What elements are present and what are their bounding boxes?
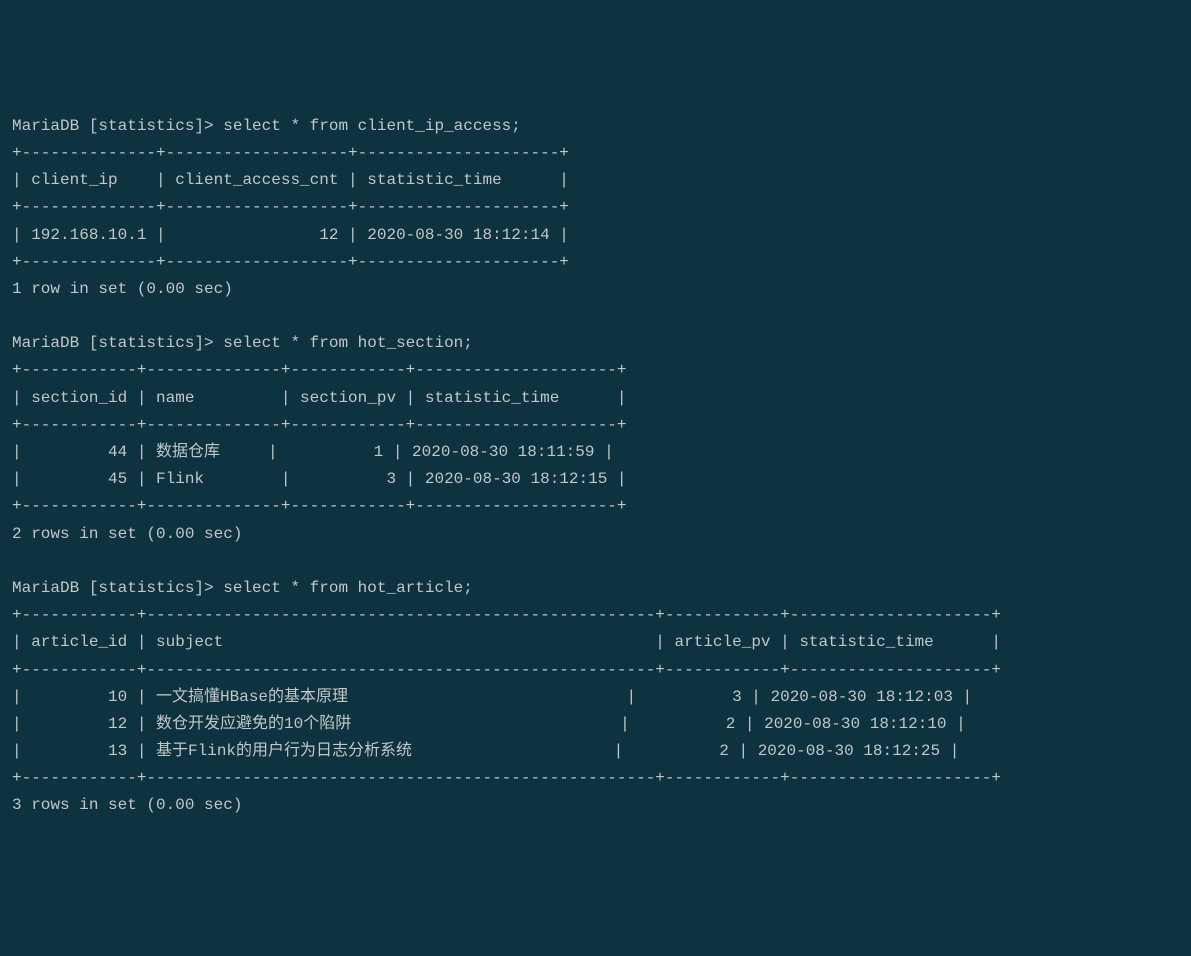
result-footer: 3 rows in set (0.00 sec) [12, 796, 242, 814]
table-row: | 44 | 数据仓库 | 1 | 2020-08-30 18:11:59 | [12, 443, 614, 461]
table-row: | 192.168.10.1 | 12 | 2020-08-30 18:12:1… [12, 226, 569, 244]
sql-command: select * from hot_section; [223, 334, 473, 352]
result-footer: 1 row in set (0.00 sec) [12, 280, 233, 298]
table-sep: +------------+--------------+-----------… [12, 416, 627, 434]
table-sep: +--------------+-------------------+----… [12, 253, 569, 271]
table-row: | 12 | 数仓开发应避免的10个陷阱 | 2 | 2020-08-30 18… [12, 715, 966, 733]
prompt: MariaDB [statistics]> [12, 334, 223, 352]
table-sep: +------------+--------------------------… [12, 661, 1001, 679]
query-block-2: MariaDB [statistics]> select * from hot_… [12, 334, 627, 542]
table-sep: +------------+--------------+-----------… [12, 361, 627, 379]
table-header: | section_id | name | section_pv | stati… [12, 389, 627, 407]
query-block-1: MariaDB [statistics]> select * from clie… [12, 117, 569, 298]
sql-command: select * from client_ip_access; [223, 117, 521, 135]
sql-command: select * from hot_article; [223, 579, 473, 597]
table-sep: +--------------+-------------------+----… [12, 198, 569, 216]
table-header: | article_id | subject | article_pv | st… [12, 633, 1001, 651]
prompt: MariaDB [statistics]> [12, 117, 223, 135]
table-header: | client_ip | client_access_cnt | statis… [12, 171, 569, 189]
table-sep: +--------------+-------------------+----… [12, 144, 569, 162]
prompt: MariaDB [statistics]> [12, 579, 223, 597]
query-block-3: MariaDB [statistics]> select * from hot_… [12, 579, 1001, 815]
table-sep: +------------+--------------------------… [12, 606, 1001, 624]
table-row: | 13 | 基于Flink的用户行为日志分析系统 | 2 | 2020-08-… [12, 742, 959, 760]
table-row: | 45 | Flink | 3 | 2020-08-30 18:12:15 | [12, 470, 627, 488]
table-row: | 10 | 一文搞懂HBase的基本原理 | 3 | 2020-08-30 1… [12, 688, 972, 706]
table-sep: +------------+--------------------------… [12, 769, 1001, 787]
result-footer: 2 rows in set (0.00 sec) [12, 525, 242, 543]
table-sep: +------------+--------------+-----------… [12, 497, 627, 515]
